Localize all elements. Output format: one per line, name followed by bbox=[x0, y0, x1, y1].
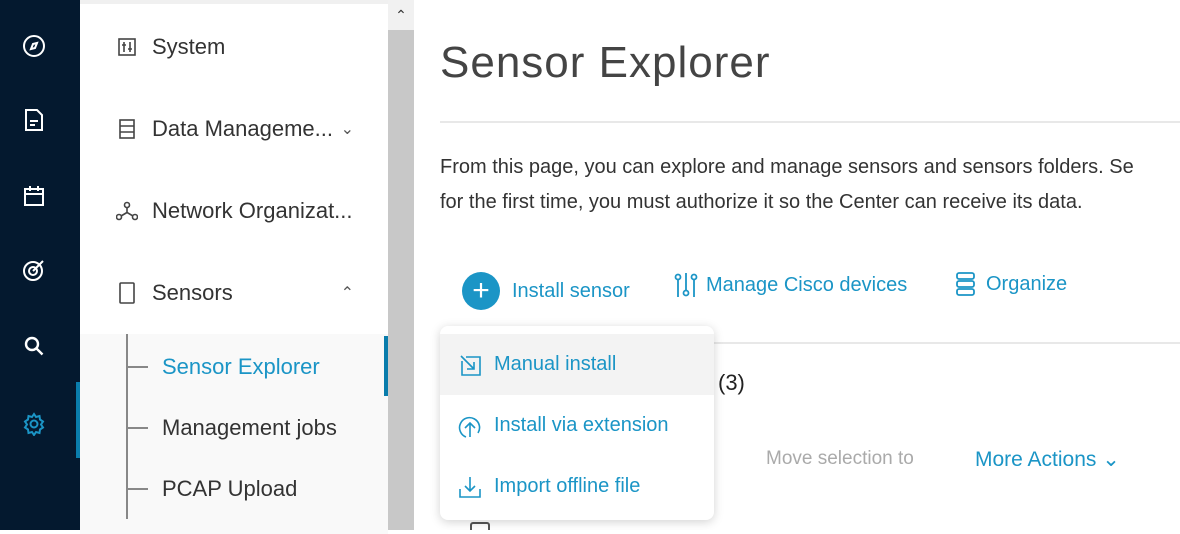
sub-item-label: PCAP Upload bbox=[162, 476, 298, 501]
divider bbox=[714, 342, 1180, 344]
description-line: From this page, you can explore and mana… bbox=[440, 156, 1134, 178]
organize-button[interactable]: Organize bbox=[954, 272, 1067, 296]
install-dropdown-menu: Manual install Install via extension Imp… bbox=[440, 326, 714, 520]
chevron-up-icon: ⌃ bbox=[340, 285, 354, 302]
target-icon[interactable] bbox=[20, 256, 48, 284]
sidebar-item-label: Network Organizat... bbox=[152, 198, 353, 223]
search-icon[interactable] bbox=[20, 332, 48, 360]
organize-icon bbox=[954, 272, 976, 296]
manage-label: Manage Cisco devices bbox=[706, 273, 908, 296]
main-content: Sensor Explorer From this page, you can … bbox=[414, 0, 1180, 530]
page-title: Sensor Explorer bbox=[440, 38, 771, 87]
sub-item-label: Management jobs bbox=[162, 415, 337, 440]
manage-cisco-devices-button[interactable]: Manage Cisco devices bbox=[674, 272, 907, 298]
menu-item-label: Manual install bbox=[494, 353, 617, 375]
description-line: for the first time, you must authorize i… bbox=[440, 191, 1083, 213]
download-icon bbox=[458, 475, 484, 499]
sidebar-item-sensor-explorer[interactable]: Sensor Explorer bbox=[128, 354, 320, 380]
manual-install-icon bbox=[458, 353, 484, 377]
more-actions-button[interactable]: More Actions ⌄ bbox=[975, 447, 1120, 472]
scroll-up-button[interactable]: ⌃ bbox=[388, 0, 414, 30]
select-checkbox[interactable] bbox=[470, 522, 490, 530]
sensors-submenu: Sensor Explorer Management jobs PCAP Upl… bbox=[80, 334, 388, 534]
sliders-icon bbox=[116, 36, 138, 58]
sidebar-item-label: Sensors bbox=[152, 280, 233, 305]
sub-item-label: Sensor Explorer bbox=[162, 354, 320, 379]
sensor-count: (3) bbox=[718, 370, 745, 395]
network-icon bbox=[116, 200, 138, 222]
sidebar: System Data Manageme... ⌄ Network Organiz… bbox=[80, 0, 388, 534]
chevron-down-icon: ⌄ bbox=[340, 121, 354, 138]
compass-icon[interactable] bbox=[20, 32, 48, 60]
sliders-icon bbox=[674, 272, 698, 298]
menu-item-import-offline-file[interactable]: Import offline file bbox=[440, 456, 714, 517]
database-icon bbox=[116, 118, 138, 140]
install-sensor-label: Install sensor bbox=[512, 279, 630, 302]
extension-icon bbox=[458, 413, 484, 439]
chevron-down-icon: ⌄ bbox=[1102, 448, 1120, 471]
menu-item-label: Import offline file bbox=[494, 475, 641, 497]
sidebar-item-label: System bbox=[152, 34, 226, 59]
sidebar-item-management-jobs[interactable]: Management jobs bbox=[128, 415, 337, 441]
install-sensor-button[interactable]: + Install sensor bbox=[462, 272, 630, 310]
sidebar-item-data-management[interactable]: Data Manageme... ⌄ bbox=[116, 116, 376, 142]
divider bbox=[440, 121, 1180, 123]
organize-label: Organize bbox=[986, 272, 1068, 295]
gear-icon[interactable] bbox=[20, 410, 48, 438]
sidebar-item-label: Data Manageme... bbox=[152, 116, 333, 141]
sidebar-scrollbar[interactable]: ⌃ bbox=[388, 0, 414, 530]
plus-icon: + bbox=[462, 272, 500, 310]
sidebar-item-pcap-upload[interactable]: PCAP Upload bbox=[128, 476, 297, 502]
menu-item-install-via-extension[interactable]: Install via extension bbox=[440, 395, 714, 456]
page-description: From this page, you can explore and mana… bbox=[440, 150, 1134, 220]
sidebar-item-sensors[interactable]: Sensors ⌃ bbox=[116, 280, 376, 306]
move-selection-button[interactable]: Move selection to bbox=[766, 448, 914, 470]
menu-item-manual-install[interactable]: Manual install bbox=[440, 334, 714, 395]
menu-item-label: Install via extension bbox=[494, 414, 669, 436]
sidebar-item-network-organization[interactable]: Network Organizat... bbox=[116, 198, 376, 224]
tablet-icon bbox=[116, 282, 138, 304]
calendar-icon[interactable] bbox=[20, 182, 48, 210]
icon-rail bbox=[0, 0, 80, 530]
more-actions-label: More Actions bbox=[975, 448, 1097, 471]
sidebar-item-system[interactable]: System bbox=[116, 34, 376, 60]
document-icon[interactable] bbox=[20, 106, 48, 134]
